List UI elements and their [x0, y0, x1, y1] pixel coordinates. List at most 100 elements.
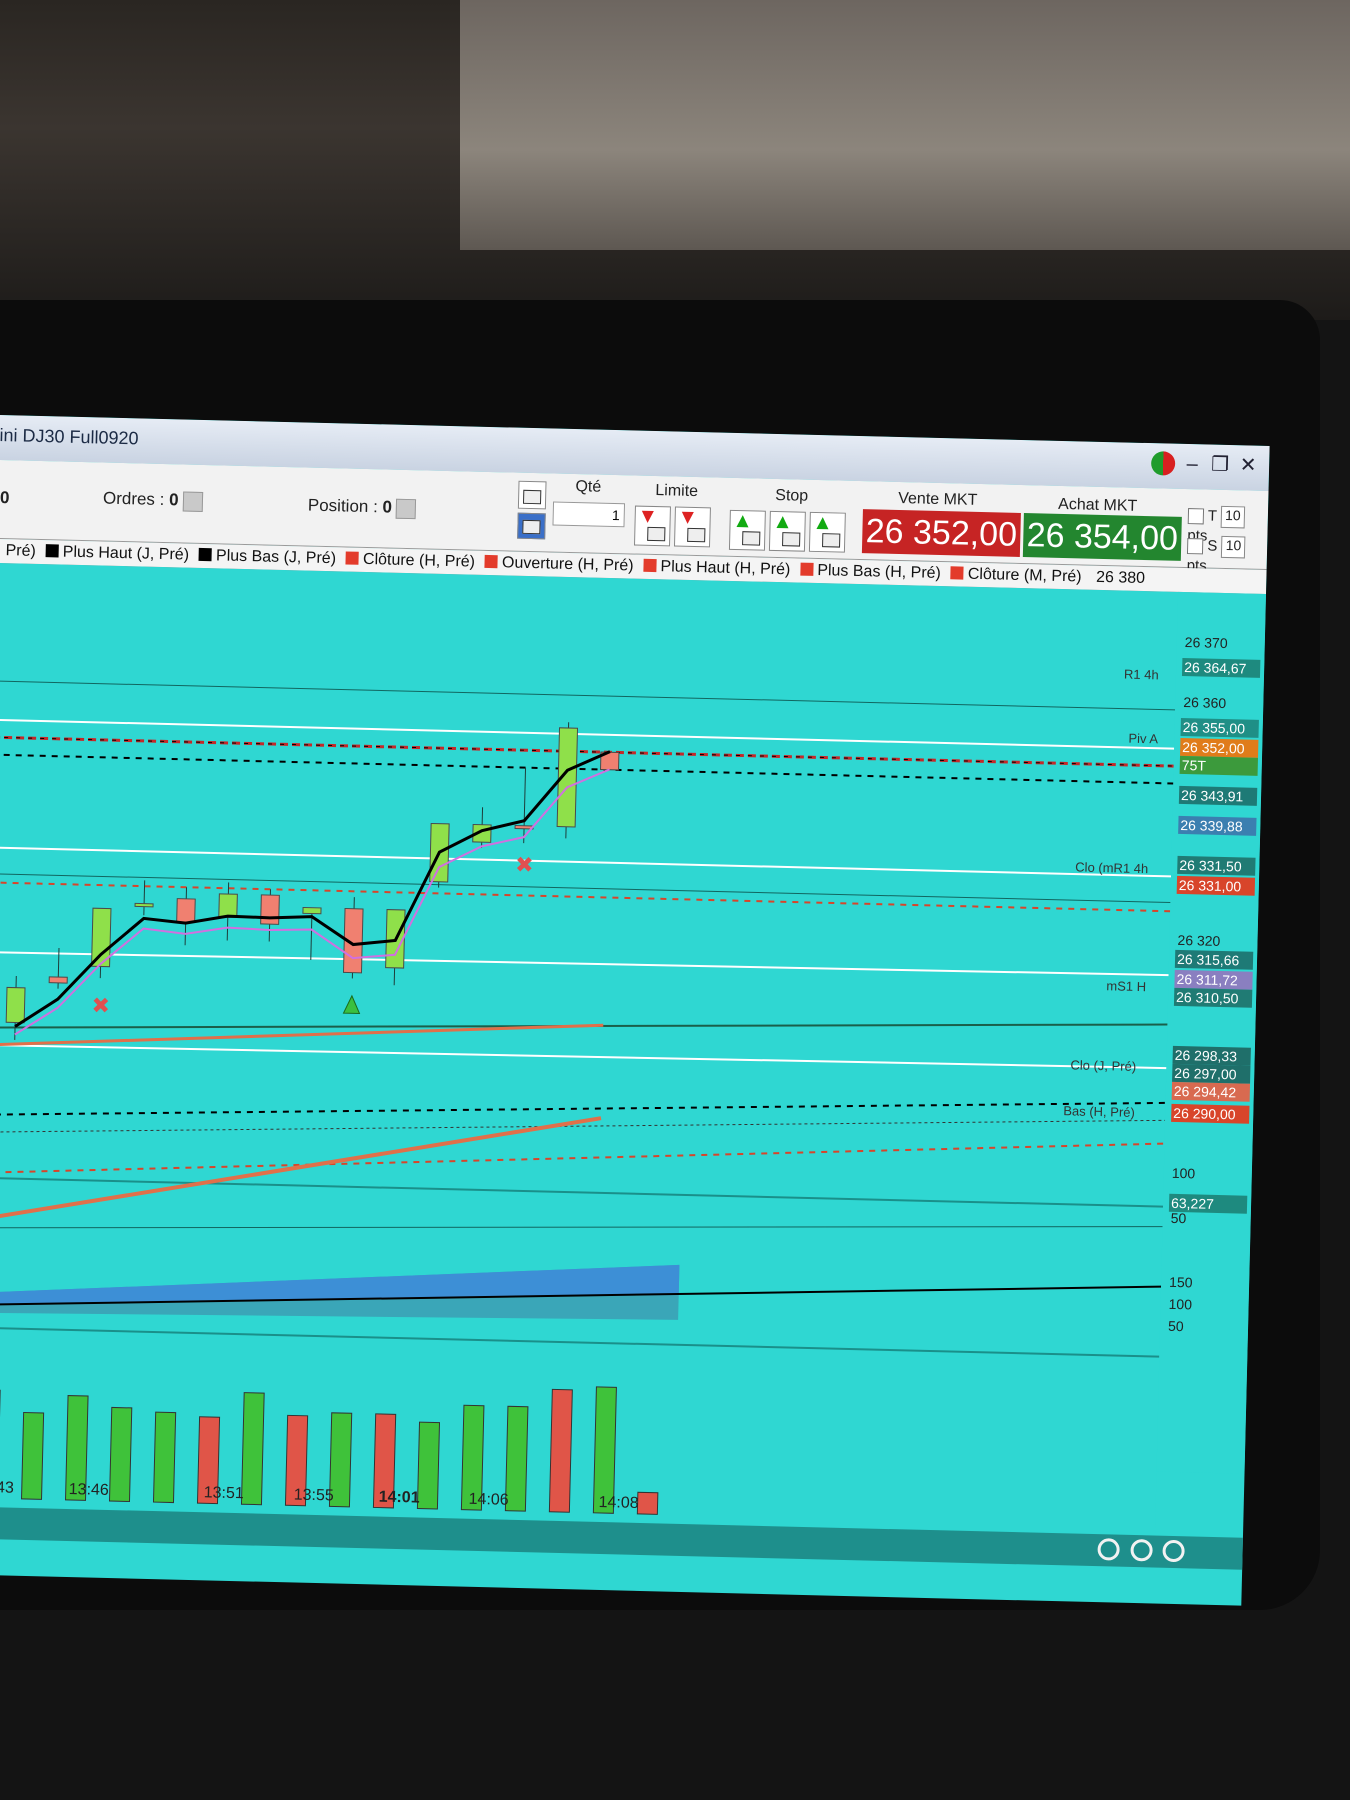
refresh-icon[interactable] — [1150, 451, 1176, 476]
axis-price-tag: 63,227 — [1168, 1193, 1248, 1214]
label-clo-j-pre: Clo (J, Pré) — [1070, 1057, 1137, 1074]
limit-sell-icon[interactable] — [634, 505, 671, 547]
minimize-icon[interactable]: – — [1181, 453, 1204, 476]
volume-bar — [152, 1411, 177, 1504]
buy-market-button[interactable]: 26 354,00 — [1022, 513, 1182, 561]
label-piv-a: Piv A — [1128, 730, 1159, 747]
label-ms1-h: mS1 H — [1106, 978, 1147, 995]
time-tick-label: 14:01 — [378, 1488, 420, 1507]
volume-bar — [636, 1491, 659, 1515]
axis-price-tag: 26 297,00 — [1172, 1063, 1251, 1084]
trading-window: ini DJ30 Full0920 – ❐ ✕ 0 Ordres : 0 Pos… — [0, 415, 1270, 1606]
legend-swatch — [45, 544, 59, 558]
sell-signal-cross: ✖ — [91, 993, 110, 1018]
axis-tick-label: 50 — [1167, 1317, 1184, 1335]
axis-price-tag: 26 343,91 — [1178, 785, 1258, 806]
legend-item[interactable]: Clôture (M, Pré) — [950, 562, 1082, 589]
candle-body — [218, 893, 238, 919]
time-tick-label: 13:55 — [293, 1486, 334, 1505]
axis-price-tag: 26 294,42 — [1171, 1081, 1251, 1102]
label-r1-4h: R1 4h — [1123, 666, 1159, 683]
axis-tick-label: 26 370 — [1184, 634, 1228, 652]
window-title: ini DJ30 Full0920 — [0, 424, 139, 449]
legend-item[interactable]: Plus Haut (H, Pré) — [643, 555, 791, 583]
legend-item[interactable]: , Pré) — [0, 539, 36, 564]
cancel-orders-icon[interactable] — [182, 491, 203, 512]
legend-swatch — [198, 547, 213, 562]
account-value: 0 — [0, 488, 10, 508]
stop-buy-alt-icon[interactable] — [768, 510, 806, 552]
legend-swatch — [484, 554, 499, 569]
sell-market-button[interactable]: 26 352,00 — [861, 509, 1021, 557]
legend-swatch — [345, 551, 360, 565]
close-position-icon[interactable] — [395, 498, 417, 519]
axis-price-tag: 26 331,50 — [1177, 855, 1256, 876]
time-tick-label: 13:51 — [203, 1484, 244, 1503]
volume-bar — [416, 1421, 441, 1510]
axis-tick-label: 150 — [1168, 1273, 1193, 1291]
quantity-input[interactable]: 1 — [552, 501, 626, 528]
legend-swatch — [643, 558, 657, 573]
sell-mkt-label: Vente MKT — [898, 489, 978, 509]
axis-price-tag: 26 355,00 — [1180, 717, 1259, 738]
legend-label: Plus Bas (J, Pré) — [215, 547, 337, 568]
background-shelf — [460, 0, 1350, 250]
qty-label: Qté — [575, 478, 602, 496]
legend-label: Plus Haut (J, Pré) — [62, 543, 190, 564]
legend-item[interactable]: Plus Bas (H, Pré) — [800, 559, 941, 586]
axis-price-tag: 26 339,88 — [1178, 815, 1257, 836]
legend-label: , Pré) — [0, 541, 37, 560]
sell-signal-cross: ✖ — [515, 852, 534, 877]
keyboard-icon[interactable] — [517, 512, 546, 540]
volume-bar — [240, 1392, 265, 1506]
volume-bar — [548, 1388, 573, 1513]
axis-price-tag: 26 315,66 — [1174, 949, 1254, 970]
stop-buy-icon[interactable] — [728, 509, 766, 551]
axis-tick-label: 26 320 — [1177, 931, 1221, 949]
axis-tick-label: 50 — [1170, 1209, 1187, 1227]
axis-tick-label: 26 360 — [1183, 693, 1227, 712]
legend-label: Ouverture (H, Pré) — [501, 554, 634, 575]
settings-wrench-icon[interactable] — [517, 480, 547, 510]
legend-item[interactable]: Ouverture (H, Pré) — [484, 551, 634, 579]
candle-body — [48, 976, 68, 984]
stop-label: Stop — [775, 486, 809, 505]
legend-extra-value: 26 380 — [1095, 568, 1146, 588]
candle-body — [176, 898, 196, 923]
legend-label: Plus Haut (H, Pré) — [660, 558, 791, 579]
label-clo-mr1-4h: Clo (mR1 4h — [1075, 859, 1149, 877]
s-pts-input[interactable]: 10 — [1221, 535, 1246, 559]
close-icon[interactable]: ✕ — [1237, 454, 1260, 477]
limit-sell-alt-icon[interactable] — [673, 506, 711, 548]
legend-label: Clôture (M, Pré) — [967, 565, 1082, 586]
legend-item[interactable]: Plus Bas (J, Pré) — [198, 544, 337, 571]
position-counter: Position : 0 — [308, 496, 417, 519]
volume-bar — [108, 1406, 133, 1503]
candle-body — [302, 906, 322, 915]
stop-limit-icon[interactable] — [808, 511, 846, 553]
legend-item[interactable]: Plus Haut (J, Pré) — [45, 540, 189, 567]
axis-price-tag: 26 331,00 — [1176, 875, 1256, 896]
axis-price-tag: 26 310,50 — [1173, 987, 1253, 1008]
s-checkbox[interactable] — [1186, 538, 1204, 555]
candle-body — [5, 986, 26, 1024]
t-checkbox[interactable] — [1187, 508, 1205, 525]
restore-icon[interactable]: ❐ — [1209, 454, 1232, 477]
axis-tick-label: 100 — [1168, 1295, 1193, 1313]
legend-swatch — [800, 562, 814, 576]
time-tick-label: 14:08 — [598, 1493, 639, 1512]
axis-price-tag: 26 352,00 — [1180, 737, 1259, 758]
legend-label: Plus Bas (H, Pré) — [817, 562, 942, 583]
axis-price-tag: 26 364,67 — [1181, 657, 1261, 678]
time-tick-label: 13:46 — [68, 1481, 110, 1499]
limit-label: Limite — [655, 482, 699, 501]
time-tick-label: 13:43 — [0, 1478, 15, 1497]
legend-item[interactable]: Clôture (H, Pré) — [345, 548, 476, 575]
t-pts-input[interactable]: 10 — [1220, 505, 1246, 529]
axis-price-tag: 26 298,33 — [1172, 1045, 1251, 1066]
candle-body — [134, 902, 154, 908]
label-bas-h-pre: Bas (H, Pré) — [1063, 1103, 1135, 1120]
axis-price-tag: 26 311,72 — [1174, 969, 1253, 990]
price-chart[interactable]: ✖✖ — [0, 562, 1179, 1536]
candle-body — [260, 894, 280, 925]
